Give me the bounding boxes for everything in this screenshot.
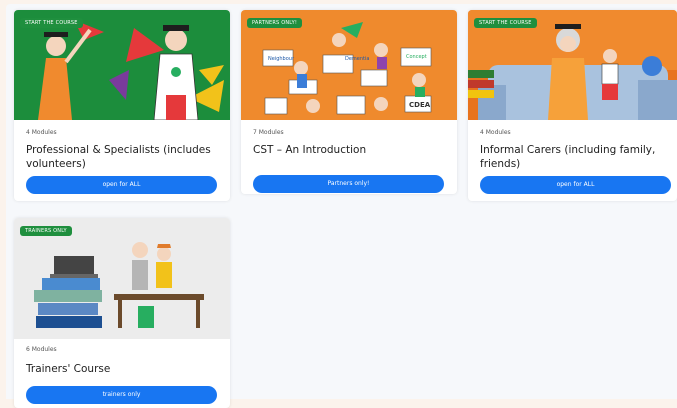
course-badge: START THE COURSE bbox=[20, 18, 83, 28]
course-thumbnail-informal-carers[interactable]: START THE COURSE bbox=[468, 10, 677, 120]
course-title[interactable]: CST – An Introduction bbox=[253, 143, 451, 157]
course-badge: START THE COURSE bbox=[474, 18, 537, 28]
module-count: 4 Modules bbox=[480, 129, 511, 136]
open-course-button[interactable]: open for ALL bbox=[26, 176, 217, 194]
course-thumbnail-trainers[interactable]: TRAINERS ONLY bbox=[14, 218, 230, 339]
course-thumbnail-cst-intro[interactable]: Dementia Concept CDEA Neighbour PARTNERS… bbox=[241, 10, 457, 120]
course-grid: START THE COURSE 4 Modules Professional … bbox=[6, 4, 677, 408]
course-card-informal-carers[interactable]: START THE COURSE 4 Modules Informal Care… bbox=[468, 10, 677, 201]
sign-text: Dementia bbox=[345, 56, 369, 62]
course-title[interactable]: Trainers' Course bbox=[26, 362, 224, 376]
course-badge: TRAINERS ONLY bbox=[20, 226, 72, 236]
module-count: 4 Modules bbox=[26, 129, 57, 136]
trainers-illustration bbox=[14, 218, 230, 339]
course-thumbnail-professionals[interactable]: START THE COURSE bbox=[14, 10, 230, 120]
course-title[interactable]: Informal Carers (including family, frien… bbox=[480, 143, 670, 171]
sign-text: Concept bbox=[406, 54, 427, 60]
trainers-only-button[interactable]: trainers only bbox=[26, 386, 217, 404]
course-badge: PARTNERS ONLY! bbox=[247, 18, 303, 28]
course-card-cst-intro[interactable]: Dementia Concept CDEA Neighbour PARTNERS… bbox=[241, 10, 457, 194]
sign-text: CDEA bbox=[409, 101, 431, 109]
module-count: 6 Modules bbox=[26, 346, 57, 353]
partners-only-button[interactable]: Partners only! bbox=[253, 175, 444, 193]
module-count: 7 Modules bbox=[253, 129, 284, 136]
course-card-trainers[interactable]: TRAINERS ONLY 6 Modules Trainers' Course… bbox=[14, 218, 230, 408]
sign-text: Neighbour bbox=[268, 56, 295, 62]
course-title[interactable]: Professional & Specialists (includes vol… bbox=[26, 143, 224, 171]
open-course-button[interactable]: open for ALL bbox=[480, 176, 671, 194]
course-card-professionals[interactable]: START THE COURSE 4 Modules Professional … bbox=[14, 10, 230, 201]
